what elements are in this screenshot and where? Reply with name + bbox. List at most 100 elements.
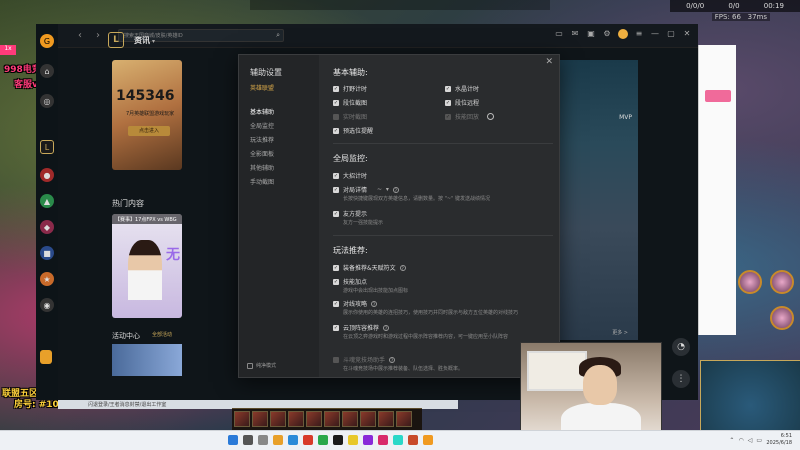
explorer-icon[interactable] xyxy=(273,435,283,445)
opt-skill-order[interactable]: ✓ 技能加点 xyxy=(333,277,367,286)
app-icon[interactable] xyxy=(348,435,358,445)
forward-icon[interactable]: › xyxy=(96,30,100,41)
opt-rank-remote[interactable]: ✓ 段位远程 xyxy=(445,98,479,107)
gear-icon[interactable]: ⚙ xyxy=(602,29,612,39)
opt-ally-hint[interactable]: ✓ 友方提示 xyxy=(333,209,367,218)
menu-icon[interactable]: ≡ xyxy=(634,29,644,39)
windows-taskbar: ⌃ ◠ ◁ ▭ 6:51 2025/6/18 xyxy=(0,430,800,450)
opt-preselect-reminder[interactable]: ✓ 预选位提醒 xyxy=(333,126,373,135)
taskbar-icons xyxy=(228,435,433,445)
app-icon[interactable] xyxy=(303,435,313,445)
activity-thumbnail[interactable] xyxy=(112,344,182,376)
basic-section-title: 基本辅助: xyxy=(333,68,368,77)
opt-rank-screenshot[interactable]: ✓ 段位截图 xyxy=(333,98,367,107)
search-icon[interactable]: ⌕ xyxy=(276,31,280,40)
client-logo-icon[interactable]: G xyxy=(40,34,54,48)
app-icon[interactable] xyxy=(318,435,328,445)
hotkey-stepper[interactable]: ~ ▾ xyxy=(377,186,389,193)
lol-header: L 资讯 ▾ xyxy=(108,28,155,52)
game-icon-6[interactable]: ★ xyxy=(40,272,54,286)
promo-icon[interactable] xyxy=(40,350,52,364)
nav-item-play[interactable]: 玩法推荐 xyxy=(250,135,274,144)
champion-portraits xyxy=(736,268,800,358)
home-icon[interactable]: ⌂ xyxy=(40,64,54,78)
activity-center-header: 活动中心 全部活动 xyxy=(112,331,172,341)
app-icon[interactable] xyxy=(423,435,433,445)
info-icon[interactable] xyxy=(487,113,495,120)
pink-button[interactable] xyxy=(705,90,731,102)
opt-match-details[interactable]: ✓ 对局详情 ~ ▾? xyxy=(333,185,399,194)
nav-item-global[interactable]: 全局监控 xyxy=(250,121,274,130)
hud-cs: 0/0 xyxy=(728,2,740,10)
game-icon-3[interactable]: ▲ xyxy=(40,194,54,208)
activity-all-link[interactable]: 全部活动 xyxy=(152,331,172,341)
game-icon-4[interactable]: ◆ xyxy=(40,220,54,234)
settings-icon[interactable]: ◎ xyxy=(40,94,54,108)
volume-icon[interactable]: ◁ xyxy=(748,437,753,444)
maximize-icon[interactable]: ▢ xyxy=(666,29,676,39)
opt-lane-guide[interactable]: ✓ 对线攻略? xyxy=(333,299,378,308)
opt-item-runes[interactable]: ✓ 装备推荐&天赋符文? xyxy=(333,263,406,272)
opt-jungle-timer[interactable]: ✓ 打野计时 xyxy=(333,84,367,93)
mail-icon[interactable]: ✉ xyxy=(570,29,580,39)
opt-arena-helper[interactable]: 斗魂竞技场助手? xyxy=(333,355,396,364)
help-icon[interactable]: ? xyxy=(392,186,399,193)
folder-icon[interactable]: ▭ xyxy=(554,29,564,39)
gift-icon[interactable]: ▣ xyxy=(586,29,596,39)
taskbar-clock[interactable]: 6:51 2025/6/18 xyxy=(766,433,792,447)
chevron-up-icon[interactable]: ⌃ xyxy=(729,437,734,444)
edge-icon[interactable] xyxy=(288,435,298,445)
match-details-desc: 长按快捷键展现双方英雄信息，请删数量。按 "~" 键发送战绩情况 xyxy=(343,196,490,202)
network-icon[interactable]: ◠ xyxy=(738,437,743,444)
nav-item-panel[interactable]: 全影面板 xyxy=(250,149,274,158)
game-icon-7[interactable]: ◉ xyxy=(40,298,54,312)
hot-content-card[interactable]: 【赛事】17点FPX vs WBG 无 xyxy=(112,214,182,318)
taskview-icon[interactable] xyxy=(258,435,268,445)
minimize-icon[interactable]: — xyxy=(650,29,660,39)
modal-game-tab[interactable]: 英雄联盟 xyxy=(250,83,274,92)
app-icon[interactable] xyxy=(378,435,388,445)
lol-game-icon[interactable]: L xyxy=(40,140,54,154)
nav-item-other[interactable]: 其他辅助 xyxy=(250,163,274,172)
back-icon[interactable]: ‹ xyxy=(78,30,82,41)
app-icon[interactable] xyxy=(408,435,418,445)
close-icon[interactable]: ✕ xyxy=(682,29,692,39)
nav-item-basic[interactable]: 基本辅助 xyxy=(250,107,274,116)
battery-icon[interactable]: ▭ xyxy=(756,437,762,444)
app-icon[interactable] xyxy=(363,435,373,445)
opt-realtime-screenshot[interactable]: 实时截图 xyxy=(333,112,367,121)
more-link[interactable]: 更多 > xyxy=(612,329,628,336)
tab-news[interactable]: 资讯 ▾ xyxy=(134,35,155,46)
side-browser-panel xyxy=(698,45,736,335)
app-icon[interactable] xyxy=(333,435,343,445)
app-icon[interactable] xyxy=(393,435,403,445)
webcam-shelf xyxy=(527,351,587,391)
help-icon[interactable]: ? xyxy=(383,324,390,331)
promo-banner[interactable]: 145346 7月英雄联盟游戏玩家 点击进入 xyxy=(112,60,182,170)
skill-slot xyxy=(378,411,394,427)
opt-tft-comp[interactable]: ✓ 云顶阵容推荐? xyxy=(333,323,390,332)
start-icon[interactable] xyxy=(228,435,238,445)
avatar[interactable] xyxy=(618,29,628,39)
opt-crystal-timer[interactable]: ✓ 水晶计时 xyxy=(445,84,479,93)
nav-item-screenshot[interactable]: 手动截图 xyxy=(250,177,274,186)
help-icon[interactable]: ? xyxy=(371,300,378,307)
client-sidebar: G ⌂ ◎ L ● ▲ ◆ ■ ★ ◉ xyxy=(36,24,58,400)
more-fab-icon[interactable]: ⋮ xyxy=(672,370,690,388)
hot-content-title: 热门内容 xyxy=(112,199,144,208)
skill-order-desc: 游戏中会出现出技能加点图标 xyxy=(343,288,409,294)
divider xyxy=(333,235,553,236)
hot-card-big-text: 无 xyxy=(166,247,180,263)
game-icon-2[interactable]: ● xyxy=(40,168,54,182)
pure-mode-checkbox[interactable] xyxy=(247,362,253,369)
opt-ult-timer[interactable]: ✓ 大招计时 xyxy=(333,171,367,180)
help-icon[interactable]: ? xyxy=(389,356,396,363)
pure-mode-toggle[interactable]: 纯净模式 xyxy=(247,362,276,369)
game-icon-5[interactable]: ■ xyxy=(40,246,54,260)
ally-hint-desc: 友方一强技能提示 xyxy=(343,220,384,226)
banner-enter-button[interactable]: 点击进入 xyxy=(128,126,170,136)
help-icon[interactable]: ? xyxy=(399,264,406,271)
chat-fab-icon[interactable]: ◔ xyxy=(672,338,690,356)
search-taskbar-icon[interactable] xyxy=(243,435,253,445)
opt-skill-replay[interactable]: ✓ 技能回放 xyxy=(445,112,495,121)
